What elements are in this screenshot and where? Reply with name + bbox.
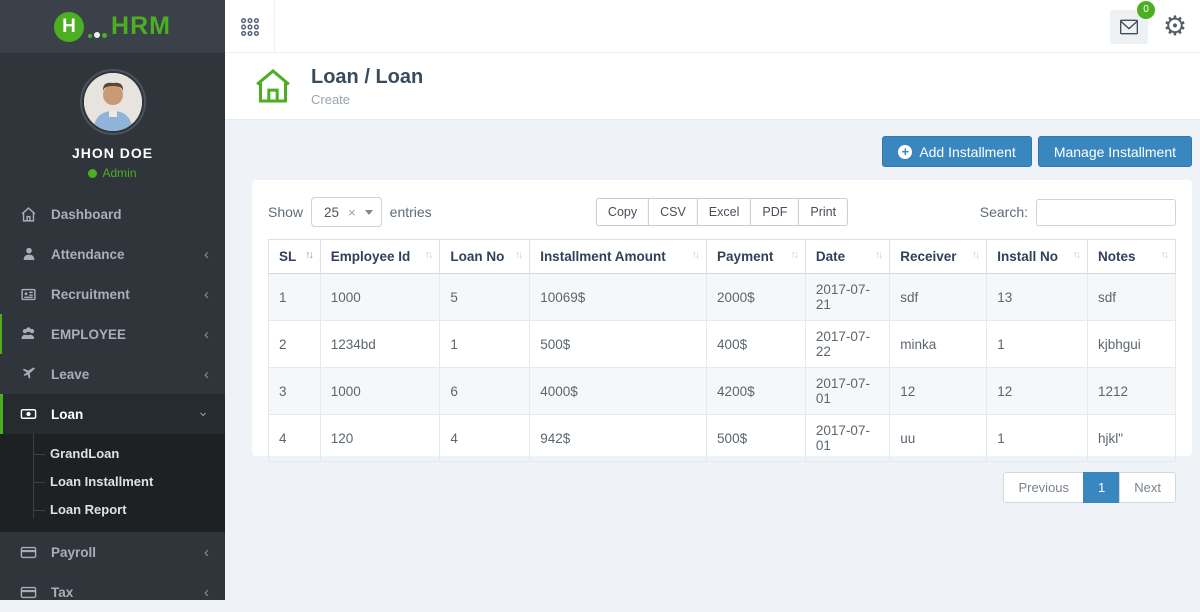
installments-table: SL Employee Id Loan No Installment Amoun… [268,239,1176,462]
online-status-icon [88,169,97,178]
show-label: Show [268,204,303,220]
sidebar-item-leave[interactable]: Leave [0,354,225,394]
page-1-button[interactable]: 1 [1083,472,1120,503]
sort-icon[interactable] [515,249,522,261]
credit-card-icon [20,584,37,601]
previous-page-button[interactable]: Previous [1003,472,1084,503]
page-subtitle: Create [311,92,423,107]
table-row: 31000 64000$ 4200$2017-07-01 1212 1212 [269,368,1176,415]
column-header-date[interactable]: Date [805,240,889,274]
sort-icon[interactable] [692,249,699,261]
person-icon [20,246,37,263]
clear-icon[interactable]: × [348,205,356,220]
csv-button[interactable]: CSV [648,198,698,226]
export-button-group: Copy CSV Excel PDF Print [596,198,848,226]
column-header-sl[interactable]: SL [269,240,321,274]
column-header-notes[interactable]: Notes [1087,240,1175,274]
chevron-left-icon [204,584,209,601]
search-input[interactable] [1036,199,1176,226]
sidebar-item-payroll[interactable]: Payroll [0,532,225,572]
entries-label: entries [390,204,432,220]
gear-icon: ⚙ [1163,13,1187,40]
home-breadcrumb-icon [253,66,293,106]
message-count-badge: 0 [1137,1,1155,19]
search-label: Search: [980,204,1028,220]
sidebar-item-loan[interactable]: Loan [0,394,225,434]
user-role: Admin [0,166,225,180]
datatable-panel: Show 25 × entries Copy CSV Excel PDF Pri… [252,180,1192,456]
table-controls: Show 25 × entries Copy CSV Excel PDF Pri… [268,196,1176,228]
copy-button[interactable]: Copy [596,198,649,226]
print-button[interactable]: Print [798,198,848,226]
pdf-button[interactable]: PDF [750,198,799,226]
column-header-install-no[interactable]: Install No [987,240,1088,274]
messages-button[interactable]: 0 [1110,10,1148,44]
chevron-down-icon [197,406,209,423]
money-icon [20,406,37,423]
sidebar-item-recruitment[interactable]: Recruitment [0,274,225,314]
sort-icon[interactable] [305,249,312,261]
loan-submenu: GrandLoan Loan Installment Loan Report [0,434,225,532]
sidebar-item-employee[interactable]: EMPLOYEE [0,314,225,354]
next-page-button[interactable]: Next [1119,472,1176,503]
chevron-left-icon [204,326,209,343]
sort-icon[interactable] [972,249,979,261]
chevron-left-icon [204,286,209,303]
avatar[interactable] [80,69,146,135]
chevron-left-icon [204,366,209,383]
id-card-icon [20,286,37,303]
plus-circle-icon: + [898,145,912,159]
table-row: 21234bd 1500$ 400$2017-07-22 minka1 kjbh… [269,321,1176,368]
topbar: 0 ⚙ [225,0,1200,53]
sort-icon[interactable] [790,249,797,261]
caret-down-icon [365,210,373,215]
settings-button[interactable]: ⚙ [1156,10,1194,44]
sidebar-item-tax[interactable]: Tax [0,572,225,612]
column-header-loan-no[interactable]: Loan No [440,240,530,274]
sidebar: H HRM JHON DOE Admin Dashb [0,0,225,600]
grid-dots-icon [239,16,261,38]
column-header-installment-amount[interactable]: Installment Amount [530,240,707,274]
sidebar-item-dashboard[interactable]: Dashboard [0,194,225,234]
sort-icon[interactable] [1072,249,1079,261]
sidebar-item-attendance[interactable]: Attendance [0,234,225,274]
brand-logo-icon: H [54,12,84,42]
table-row: 4120 4942$ 500$2017-07-01 uu1 hjkl" [269,415,1176,462]
avatar-image [84,73,142,131]
action-buttons: + Add Installment Manage Installment [882,136,1192,167]
chevron-left-icon [204,544,209,561]
plane-icon [20,366,37,383]
envelope-icon [1117,17,1141,37]
submenu-item-loan-installment[interactable]: Loan Installment [0,468,225,496]
page-header: Loan / Loan Create [225,53,1200,120]
home-icon [20,206,37,223]
user-name: JHON DOE [0,145,225,161]
column-header-receiver[interactable]: Receiver [890,240,987,274]
users-icon [20,326,37,343]
excel-button[interactable]: Excel [697,198,752,226]
table-row: 11000 510069$ 2000$2017-07-21 sdf13 sdf [269,274,1176,321]
page-title: Loan / Loan [311,66,423,89]
user-profile: JHON DOE Admin [0,53,225,194]
submenu-item-loan-report[interactable]: Loan Report [0,496,225,524]
brand-name: HRM [111,12,171,41]
page-length-select[interactable]: 25 × [311,197,382,227]
pagination: Previous 1 Next [268,472,1176,503]
chevron-left-icon [204,246,209,263]
apps-grid-button[interactable] [225,0,275,53]
column-header-employee-id[interactable]: Employee Id [320,240,440,274]
manage-installment-button[interactable]: Manage Installment [1038,136,1192,167]
main-content: + Add Installment Manage Installment Sho… [225,120,1200,600]
column-header-payment[interactable]: Payment [707,240,806,274]
sort-icon[interactable] [1161,249,1168,261]
sort-icon[interactable] [425,249,432,261]
credit-card-icon [20,544,37,561]
brand-dots-icon [88,14,107,40]
add-installment-button[interactable]: + Add Installment [882,136,1032,167]
sort-icon[interactable] [875,249,882,261]
submenu-item-grandloan[interactable]: GrandLoan [0,440,225,468]
table-header-row: SL Employee Id Loan No Installment Amoun… [269,240,1176,274]
brand-logo[interactable]: H HRM [0,0,225,53]
sidebar-menu: Dashboard Attendance Recruitment EMPLOYE… [0,194,225,612]
